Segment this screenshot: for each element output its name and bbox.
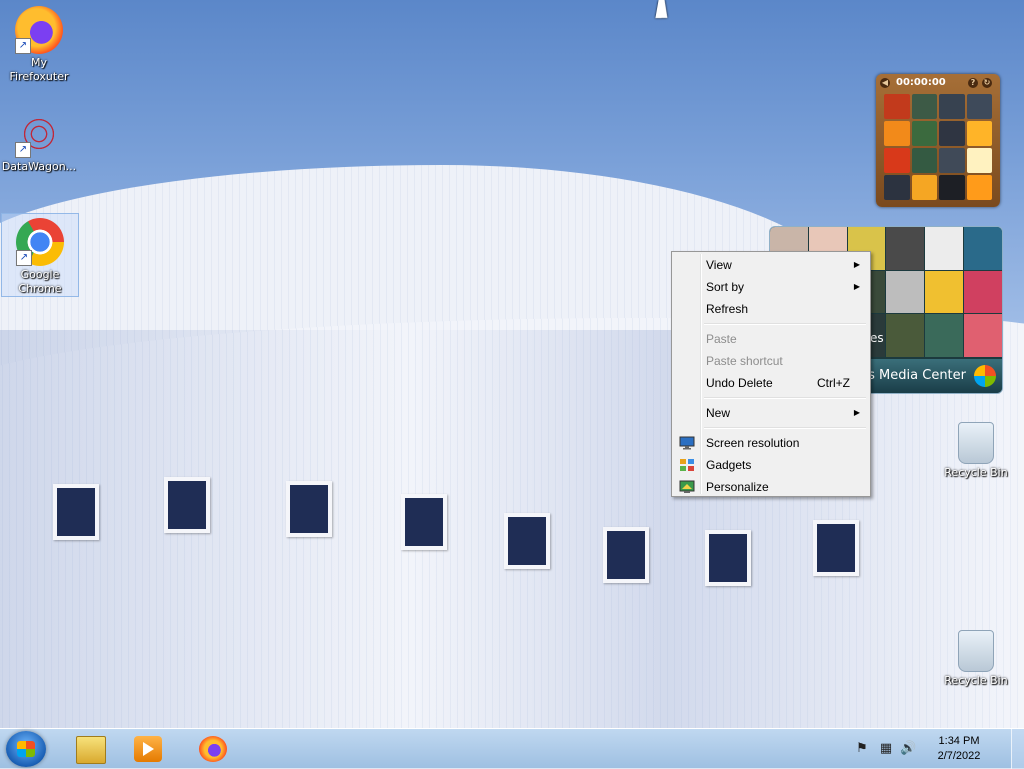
picture-puzzle-gadget[interactable]: ◀ 00:00:00 ? ↻ [876, 74, 1000, 207]
menu-item-undo-delete[interactable]: Undo Delete Ctrl+Z [674, 372, 868, 394]
menu-item-label: Paste shortcut [706, 354, 783, 368]
menu-item-label: Gadgets [706, 458, 752, 472]
desktop-icon-recycle-bin-2[interactable]: Recycle Bin [938, 626, 1014, 688]
desktop-icon-datawagon[interactable]: ↗ DataWagon... [1, 106, 77, 174]
desktop-icon-recycle-bin[interactable]: Recycle Bin [938, 418, 1014, 480]
show-desktop-button[interactable] [1011, 729, 1024, 769]
help-icon[interactable]: ? [968, 78, 978, 88]
clock-date: 2/7/2022 [937, 750, 981, 762]
personalize-icon [679, 480, 695, 493]
menu-item-screen-resolution[interactable]: Screen resolution [674, 432, 868, 454]
desktop-icon-label: My Firefoxuter [9, 56, 69, 83]
system-tray[interactable]: ⚑ ▦ 🔊 1:34 PM 2/7/2022 [854, 729, 1024, 769]
shortcut-arrow-icon: ↗ [16, 250, 32, 266]
action-center-flag-icon[interactable]: ⚑ [854, 741, 870, 757]
menu-separator [704, 323, 866, 325]
menu-item-label: View [706, 258, 732, 272]
menu-item-shortcut: Ctrl+Z [817, 376, 850, 390]
taskbar-media-player[interactable] [120, 732, 176, 766]
clock-time: 1:34 PM [938, 735, 980, 747]
recycle-bin-icon [958, 422, 994, 464]
menu-item-sort-by[interactable]: Sort by ▶ [674, 276, 868, 298]
menu-item-new[interactable]: New ▶ [674, 402, 868, 424]
puzzle-grid[interactable] [884, 94, 992, 200]
menu-item-label: Paste [706, 332, 737, 346]
submenu-arrow-icon: ▶ [853, 260, 860, 269]
volume-icon[interactable]: 🔊 [900, 741, 916, 757]
chrome-icon: ↗ [16, 218, 64, 266]
puzzle-timer: 00:00:00 [896, 77, 946, 88]
menu-item-paste-shortcut: Paste shortcut [674, 350, 868, 372]
menu-item-label: Personalize [706, 480, 769, 494]
gadgets-icon [680, 459, 694, 471]
menu-item-label: Sort by [706, 280, 745, 294]
refresh-icon[interactable]: ↻ [982, 78, 992, 88]
shortcut-arrow-icon: ↗ [15, 142, 31, 158]
media-center-tile-caption: es [870, 331, 884, 345]
menu-item-view[interactable]: View ▶ [674, 254, 868, 276]
menu-item-label: Undo Delete [706, 376, 773, 390]
wallpaper-window [164, 477, 210, 533]
menu-item-paste: Paste [674, 328, 868, 350]
puzzle-header: ◀ 00:00:00 ? ↻ [876, 74, 1000, 92]
menu-item-label: Screen resolution [706, 436, 800, 450]
menu-item-label: New [706, 406, 731, 420]
wallpaper-window [53, 484, 99, 540]
media-player-icon [134, 736, 162, 762]
menu-item-gadgets[interactable]: Gadgets [674, 454, 868, 476]
wallpaper-window [401, 494, 447, 550]
desktop-icon-chrome[interactable]: ↗ Google Chrome [1, 213, 79, 297]
submenu-arrow-icon: ▶ [853, 408, 860, 417]
taskbar-windows-explorer[interactable] [62, 732, 118, 766]
windows-logo-icon [974, 365, 996, 387]
desktop-icon-label: Recycle Bin [944, 674, 1008, 687]
wallpaper-window [504, 513, 550, 569]
start-button[interactable] [6, 731, 46, 767]
desktop-icon-label: Recycle Bin [944, 466, 1008, 479]
taskbar-clock[interactable]: 1:34 PM 2/7/2022 [924, 734, 994, 764]
windows-logo-icon [17, 741, 35, 757]
menu-item-label: Refresh [706, 302, 749, 316]
media-center-label: s Media Center [868, 368, 966, 383]
desktop-context-menu[interactable]: View ▶ Sort by ▶ Refresh Paste Paste sho… [671, 251, 871, 497]
wallpaper-window [603, 527, 649, 583]
menu-item-personalize[interactable]: Personalize [674, 476, 868, 498]
monitor-icon [679, 436, 695, 450]
desktop-icon-label: Google Chrome [18, 268, 62, 295]
windows-explorer-icon [76, 736, 106, 764]
firefox-icon: ↗ [15, 6, 63, 54]
menu-separator [704, 427, 866, 429]
wallpaper-window [705, 530, 751, 586]
pause-icon[interactable]: ◀ [880, 78, 890, 88]
menu-item-refresh[interactable]: Refresh [674, 298, 868, 320]
desktop-icon-label: DataWagon... [1, 160, 77, 173]
firefox-icon [199, 736, 227, 762]
network-icon[interactable]: ▦ [878, 741, 894, 757]
datawagon-icon: ↗ [15, 110, 63, 158]
submenu-arrow-icon: ▶ [853, 282, 860, 291]
wallpaper-window [286, 481, 332, 537]
menu-separator [704, 397, 866, 399]
wallpaper-window [813, 520, 859, 576]
desktop-icon-firefox[interactable]: ↗ My Firefoxuter [1, 2, 77, 84]
taskbar[interactable]: ⚑ ▦ 🔊 1:34 PM 2/7/2022 [0, 728, 1024, 769]
shortcut-arrow-icon: ↗ [15, 38, 31, 54]
recycle-bin-icon [958, 630, 994, 672]
taskbar-firefox[interactable] [185, 732, 241, 766]
